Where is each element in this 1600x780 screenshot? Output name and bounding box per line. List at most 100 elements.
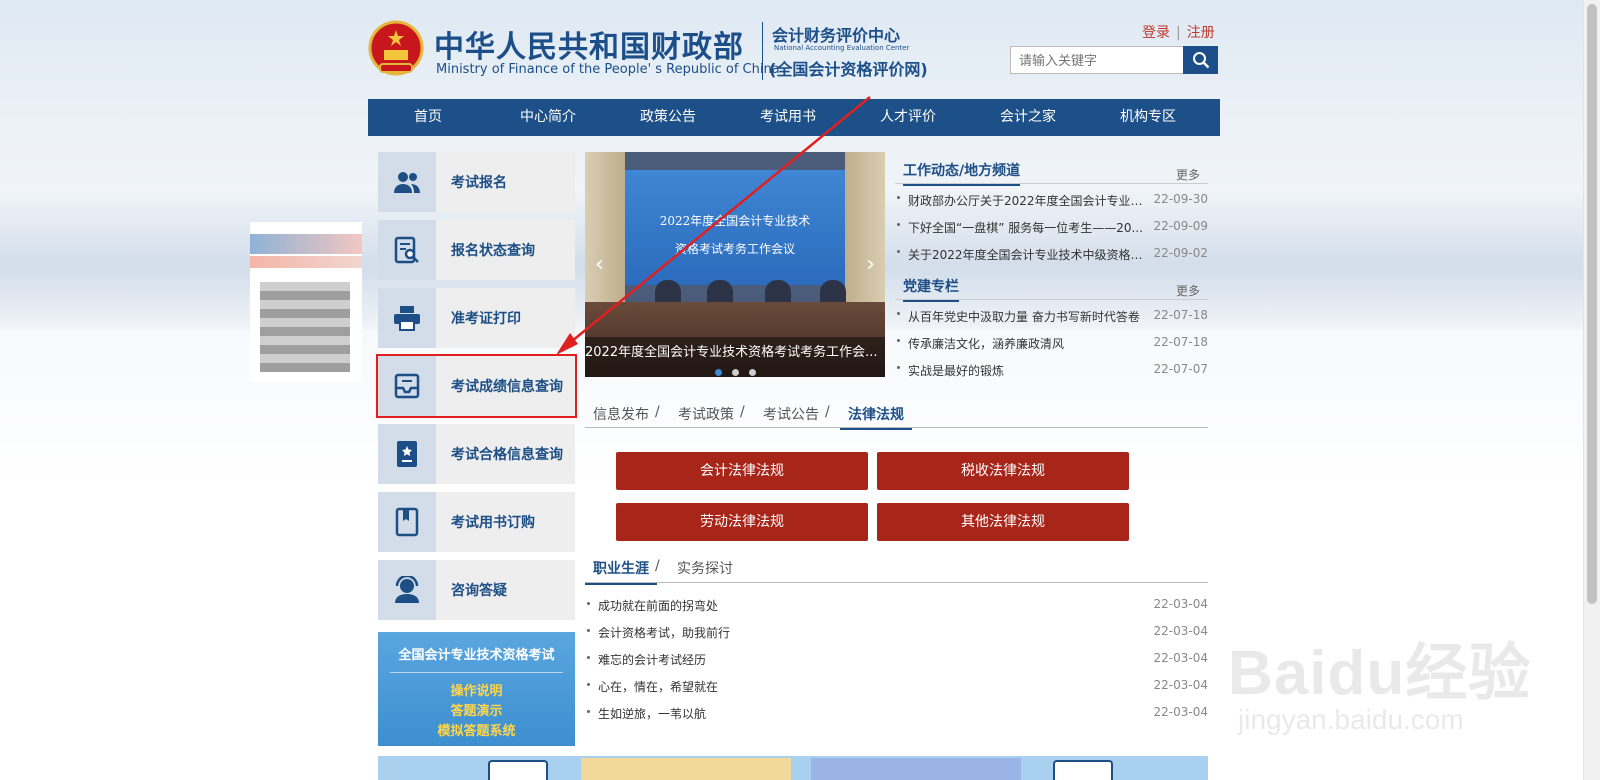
sidebar-item-consultation[interactable]: 咨询答疑 xyxy=(378,560,575,620)
tab-practice[interactable]: 实务探讨 xyxy=(677,558,733,578)
sidebar-item-qualification-query[interactable]: 考试合格信息查询 xyxy=(378,424,575,484)
book-icon xyxy=(378,492,436,552)
scrollbar-thumb[interactable] xyxy=(1587,4,1597,604)
article-link[interactable]: 生如逆旅，一苇以航 xyxy=(598,705,706,722)
article-link[interactable]: 会计资格考试，助我前行 xyxy=(598,624,730,641)
sidebar-item-label: 考试用书订购 xyxy=(451,515,535,531)
news-carousel[interactable]: 2022年度全国会计专业技术 资格考试考务工作会议 ‹ › 2022年度全国会计… xyxy=(585,152,885,377)
ministry-title-en: Ministry of Finance of the People' s Rep… xyxy=(436,62,780,77)
tax-law-button[interactable]: 税收法律法规 xyxy=(877,452,1129,490)
floater-banner xyxy=(250,234,362,254)
list-item: 会计资格考试，助我前行 22-03-04 xyxy=(585,619,1208,646)
printer-icon xyxy=(378,288,436,348)
nav-item-talent[interactable]: 人才评价 xyxy=(848,99,968,136)
exam-info-box: 全国会计专业技术资格考试 操作说明 答题演示 模拟答题系统 xyxy=(378,632,575,746)
carousel-prev-icon[interactable]: ‹ xyxy=(595,252,604,277)
list-item: 关于2022年度全国会计专业技术中级资格考... 22-09-02 xyxy=(895,240,1208,267)
sidebar-item-label: 咨询答疑 xyxy=(451,583,507,599)
news-date: 22-07-18 xyxy=(1153,308,1208,322)
list-item: 心在，情在，希望就在 22-03-04 xyxy=(585,673,1208,700)
search-button[interactable] xyxy=(1183,46,1218,74)
sidebar-item-score-query[interactable]: 考试成绩信息查询 xyxy=(376,354,577,418)
carousel-dot[interactable] xyxy=(714,369,722,376)
users-icon xyxy=(378,152,436,212)
tab-laws[interactable]: 法律法规 xyxy=(840,404,912,430)
sidebar-item-label: 报名状态查询 xyxy=(451,243,535,259)
carousel-dot[interactable] xyxy=(748,369,756,376)
nav-item-books[interactable]: 考试用书 xyxy=(728,99,848,136)
list-item: 财政部办公厅关于2022年度全国会计专业技... 22-09-30 xyxy=(895,186,1208,213)
work-news-panel: 工作动态/地方频道 更多 财政部办公厅关于2022年度全国会计专业技... 22… xyxy=(895,156,1208,267)
article-link[interactable]: 难忘的会计考试经历 xyxy=(598,651,706,668)
national-emblem-icon xyxy=(368,20,424,76)
nav-item-policy[interactable]: 政策公告 xyxy=(608,99,728,136)
login-link[interactable]: 登录 xyxy=(1142,25,1170,41)
nav-item-about[interactable]: 中心简介 xyxy=(488,99,608,136)
news-link[interactable]: 实战是最好的锻炼 xyxy=(908,362,1148,379)
tab-separator: / xyxy=(825,404,830,420)
sidebar-item-label: 考试合格信息查询 xyxy=(451,447,563,463)
tab-exam-policy[interactable]: 考试政策 xyxy=(678,404,734,424)
article-link[interactable]: 心在，情在，希望就在 xyxy=(598,678,718,695)
carousel-photo-detail xyxy=(585,152,625,322)
certificate-icon xyxy=(378,424,436,484)
nav-item-home[interactable]: 首页 xyxy=(368,99,488,136)
info-tabs: 信息发布 / 考试政策 / 考试公告 / 法律法规 xyxy=(585,398,1208,430)
support-agent-icon xyxy=(378,560,436,620)
carousel-dot[interactable] xyxy=(731,369,739,376)
list-item: 难忘的会计考试经历 22-03-04 xyxy=(585,646,1208,673)
exam-box-divider xyxy=(390,672,563,673)
banner-promo-tile[interactable] xyxy=(811,758,1021,780)
news-link[interactable]: 从百年党史中汲取力量 奋力书写新时代答卷 xyxy=(908,308,1148,325)
bullet xyxy=(897,312,900,315)
tab-exam-notice[interactable]: 考试公告 xyxy=(763,404,819,424)
bottom-banner[interactable] xyxy=(378,756,1208,780)
news-date: 22-07-07 xyxy=(1153,362,1208,376)
sidebar-item-exam-registration[interactable]: 考试报名 xyxy=(378,152,575,212)
bullet xyxy=(587,602,590,605)
answer-demo-link[interactable]: 答题演示 xyxy=(378,700,575,719)
banner-promo-tile[interactable] xyxy=(581,758,791,780)
banner-qr-tile xyxy=(488,760,548,780)
panel-title[interactable]: 工作动态/地方频道 xyxy=(903,160,1021,186)
bullet xyxy=(897,223,900,226)
sidebar-item-registration-status[interactable]: 报名状态查询 xyxy=(378,220,575,280)
list-item: 传承廉洁文化，涵养廉政清风 22-07-18 xyxy=(895,329,1208,356)
article-date: 22-03-04 xyxy=(1153,678,1208,692)
more-link[interactable]: 更多 xyxy=(1176,282,1200,299)
news-link[interactable]: 财政部办公厅关于2022年度全国会计专业技... xyxy=(908,192,1148,209)
list-item: 实战是最好的锻炼 22-07-07 xyxy=(895,356,1208,383)
carousel-next-icon[interactable]: › xyxy=(866,252,875,277)
news-link[interactable]: 关于2022年度全国会计专业技术中级资格考... xyxy=(908,246,1148,263)
register-link[interactable]: 注册 xyxy=(1187,25,1215,41)
account-links: 登录 | 注册 xyxy=(1142,22,1215,42)
article-link[interactable]: 成功就在前面的拐弯处 xyxy=(598,597,718,614)
link-separator: | xyxy=(1176,25,1181,41)
tab-separator: / xyxy=(740,404,745,420)
panel-title[interactable]: 党建专栏 xyxy=(903,276,959,302)
mock-exam-link[interactable]: 模拟答题系统 xyxy=(378,720,575,739)
list-item: 下好全国“一盘棋” 服务每一位考生——20... 22-09-09 xyxy=(895,213,1208,240)
qr-code-image xyxy=(260,282,350,372)
tab-info-release[interactable]: 信息发布 xyxy=(593,404,649,424)
other-law-button[interactable]: 其他法律法规 xyxy=(877,503,1129,541)
more-link[interactable]: 更多 xyxy=(1176,166,1200,183)
labor-law-button[interactable]: 劳动法律法规 xyxy=(616,503,868,541)
watermark-logo-text: Baidu经验 xyxy=(1228,639,1532,708)
operation-guide-link[interactable]: 操作说明 xyxy=(378,680,575,699)
document-search-icon xyxy=(378,220,436,280)
nav-item-institutions[interactable]: 机构专区 xyxy=(1088,99,1208,136)
sidebar-item-book-order[interactable]: 考试用书订购 xyxy=(378,492,575,552)
sidebar-item-admission-print[interactable]: 准考证打印 xyxy=(378,288,575,348)
tab-career[interactable]: 职业生涯 xyxy=(585,558,657,585)
nav-item-accountant-home[interactable]: 会计之家 xyxy=(968,99,1088,136)
search-input[interactable] xyxy=(1010,46,1184,74)
accounting-law-button[interactable]: 会计法律法规 xyxy=(616,452,868,490)
bullet xyxy=(587,629,590,632)
bullet xyxy=(587,656,590,659)
news-link[interactable]: 传承廉洁文化，涵养廉政清风 xyxy=(908,335,1148,352)
page-scrollbar[interactable] xyxy=(1583,0,1600,780)
sidebar-item-label: 考试成绩信息查询 xyxy=(451,379,563,395)
career-list: 成功就在前面的拐弯处 22-03-04 会计资格考试，助我前行 22-03-04… xyxy=(585,592,1208,727)
news-link[interactable]: 下好全国“一盘棋” 服务每一位考生——20... xyxy=(908,219,1148,236)
